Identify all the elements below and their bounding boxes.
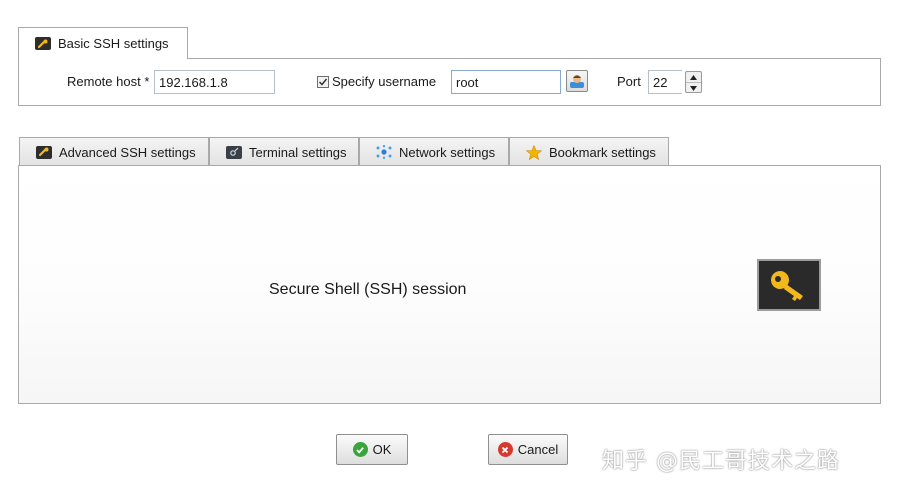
watermark-text: 知乎 @民工哥技术之路 (602, 449, 840, 474)
port-input[interactable] (648, 70, 682, 94)
specify-username-checkbox[interactable] (317, 76, 329, 88)
specify-username-label: Specify username (332, 74, 437, 89)
tab-bookmark-settings[interactable]: Bookmark settings (509, 137, 669, 166)
spin-up-button[interactable] (686, 72, 701, 83)
tab-network-settings[interactable]: Network settings (359, 137, 509, 166)
check-icon (352, 442, 368, 457)
tab-label: Advanced SSH settings (59, 144, 196, 160)
cancel-button[interactable]: Cancel (488, 434, 568, 465)
checkmark-icon (318, 78, 328, 86)
tab-terminal-settings[interactable]: Terminal settings (209, 137, 359, 166)
port-spinner[interactable] (685, 71, 702, 93)
user-picker-button[interactable] (566, 70, 588, 92)
arrow-up-icon (690, 74, 697, 80)
spin-down-button[interactable] (686, 83, 701, 93)
wrench-icon (36, 145, 52, 159)
cancel-icon (497, 442, 513, 457)
port-label: Port (617, 74, 641, 89)
arrow-down-icon (690, 85, 697, 91)
tab-advanced-ssh-settings[interactable]: Advanced SSH settings (19, 137, 209, 166)
wrench-icon (35, 37, 51, 50)
key-icon (757, 259, 821, 311)
remote-host-input[interactable] (154, 70, 275, 94)
cancel-label: Cancel (517, 442, 559, 457)
remote-host-label: Remote host * (67, 74, 150, 89)
terminal-icon (226, 145, 242, 159)
tab-label: Network settings (399, 144, 496, 160)
user-icon (570, 75, 584, 88)
tab-label: Basic SSH settings (58, 36, 169, 51)
username-input[interactable] (451, 70, 561, 94)
tab-basic-ssh-settings[interactable]: Basic SSH settings (18, 27, 188, 59)
network-icon (376, 145, 392, 159)
ok-label: OK (372, 442, 392, 457)
session-title: Secure Shell (SSH) session (269, 281, 467, 298)
star-icon (526, 144, 542, 160)
ok-button[interactable]: OK (336, 434, 408, 465)
tab-label: Bookmark settings (549, 144, 656, 160)
tab-label: Terminal settings (249, 144, 347, 160)
